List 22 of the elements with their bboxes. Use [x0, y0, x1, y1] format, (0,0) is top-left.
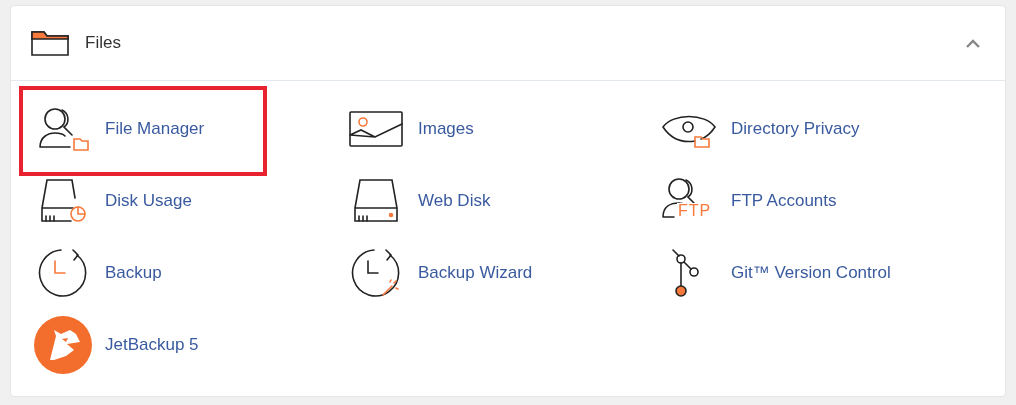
- logo-icon: [34, 316, 92, 374]
- tool-link[interactable]: Web Disk: [418, 188, 491, 214]
- tool-link[interactable]: FTP Accounts: [731, 188, 837, 214]
- hard-drive-icon: [352, 178, 400, 224]
- image-icon: [348, 110, 404, 148]
- user-folder-icon: [36, 107, 90, 151]
- tool-link[interactable]: Git™ Version Control: [731, 260, 891, 286]
- chevron-icon: [965, 38, 981, 48]
- collapse-button[interactable]: [965, 38, 981, 48]
- tool-link[interactable]: Backup: [105, 260, 162, 286]
- icon-caption: FTP: [677, 203, 713, 219]
- section-title: Files: [85, 32, 121, 55]
- tool-link[interactable]: File Manager: [105, 116, 205, 142]
- tool-link[interactable]: Directory Privacy: [731, 116, 860, 142]
- tool-link[interactable]: JetBackup 5: [105, 332, 199, 358]
- disk-chart-icon: [39, 178, 87, 224]
- folder-icon: [31, 30, 69, 56]
- tool-link[interactable]: Backup Wizard: [418, 260, 533, 286]
- clock-wand-icon: [350, 247, 402, 299]
- tool-link[interactable]: Images: [418, 116, 474, 142]
- tool-link[interactable]: Disk Usage: [105, 188, 192, 214]
- clock-arrow-icon: [37, 247, 89, 299]
